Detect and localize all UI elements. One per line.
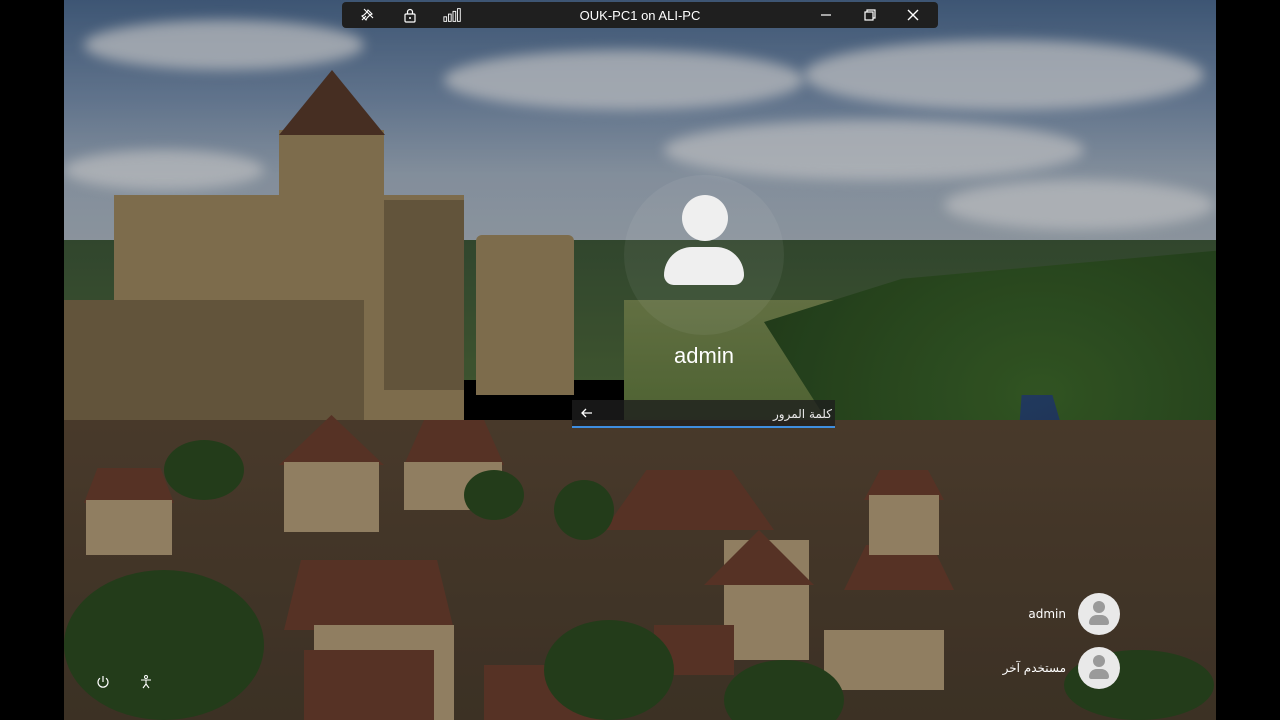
- minimize-icon[interactable]: [816, 5, 836, 25]
- restore-icon[interactable]: [860, 5, 880, 25]
- accessibility-icon[interactable]: [136, 672, 156, 692]
- user-entry-label: مستخدم آخر: [1002, 661, 1066, 675]
- user-avatar: [624, 175, 784, 335]
- password-input[interactable]: [602, 400, 834, 428]
- user-entry-other[interactable]: مستخدم آخر: [1003, 646, 1120, 690]
- rdp-connection-bar: OUK-PC1 on ALI-PC: [342, 2, 938, 28]
- arrow-left-icon[interactable]: [578, 404, 596, 422]
- close-icon[interactable]: [903, 5, 923, 25]
- user-entry-admin[interactable]: admin: [1028, 592, 1120, 636]
- password-box: [572, 400, 835, 428]
- user-entry-label: admin: [1028, 607, 1066, 621]
- user-avatar-icon: [1078, 593, 1120, 635]
- username-label: admin: [674, 343, 734, 368]
- rdp-title: OUK-PC1 on ALI-PC: [579, 8, 701, 23]
- lock-screen: admin admin مستخدم آخر: [64, 0, 1216, 720]
- user-avatar-icon: [1078, 647, 1120, 689]
- power-icon[interactable]: [93, 672, 113, 692]
